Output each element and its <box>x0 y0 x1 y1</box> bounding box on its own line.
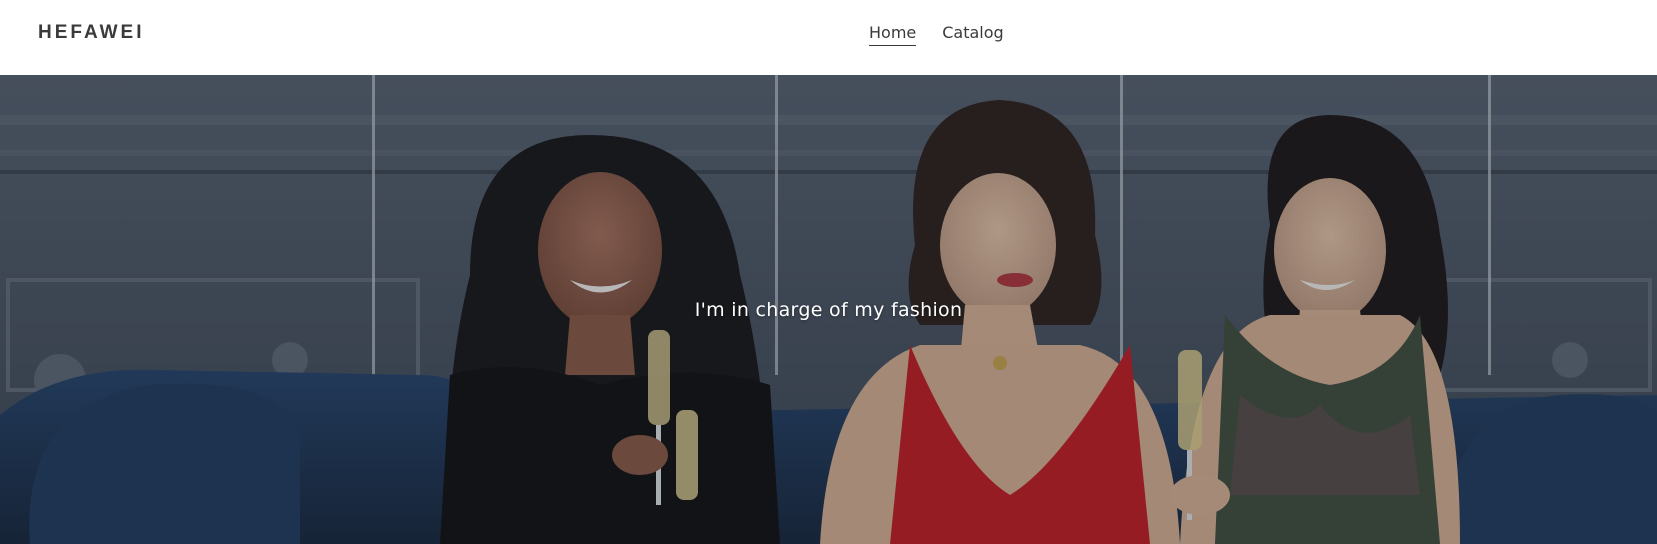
hero-heading: I'm in charge of my fashion <box>694 299 963 321</box>
nav-link-home[interactable]: Home <box>869 23 917 46</box>
site-logo[interactable]: HEFAWEI <box>38 22 145 44</box>
site-header: HEFAWEI Home Catalog <box>0 0 1657 75</box>
hero-banner: I'm in charge of my fashion <box>0 75 1657 544</box>
main-navigation: Home Catalog <box>869 23 1004 46</box>
nav-link-catalog[interactable]: Catalog <box>942 23 1003 46</box>
